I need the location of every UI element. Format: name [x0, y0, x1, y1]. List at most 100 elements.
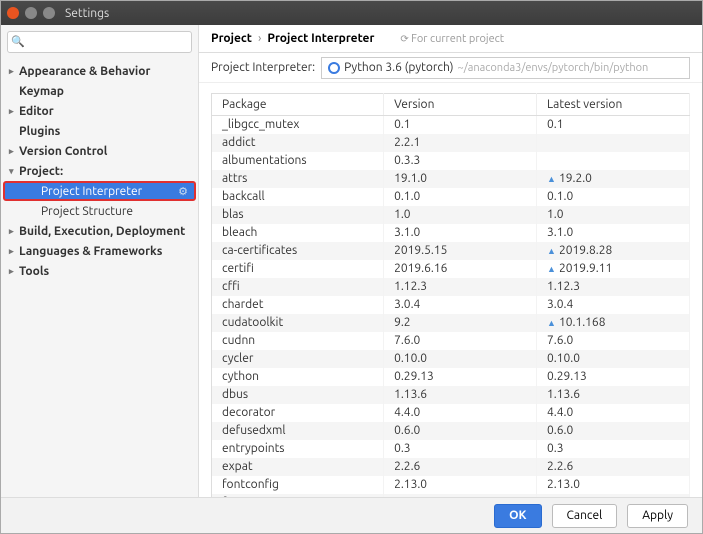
table-row[interactable]: expat2.2.62.2.6 [212, 458, 690, 476]
window-close-button[interactable] [7, 7, 19, 19]
latest-version-cell: 1.12.3 [537, 278, 690, 296]
sidebar-item-project[interactable]: ▾Project: [1, 161, 198, 181]
package-name-cell: certifi [212, 260, 384, 278]
interpreter-path: ~/anaconda3/envs/pytorch/bin/python [457, 62, 648, 74]
sidebar-item-label: Plugins [19, 125, 60, 138]
package-name-cell: ca-certificates [212, 242, 384, 260]
main-panel: Project › Project Interpreter For curren… [199, 25, 702, 497]
titlebar: Settings [1, 1, 702, 25]
table-row[interactable]: fontconfig2.13.02.13.0 [212, 476, 690, 494]
latest-version-cell [537, 152, 690, 170]
search-icon: 🔍 [11, 35, 25, 48]
sidebar-item-project-interpreter[interactable]: Project Interpreter [3, 181, 196, 201]
latest-version-cell: 4.4.0 [537, 404, 690, 422]
table-row[interactable]: dbus1.13.61.13.6 [212, 386, 690, 404]
latest-version-cell: 0.1.0 [537, 188, 690, 206]
cancel-button[interactable]: Cancel [552, 504, 618, 528]
sidebar-item-languages-frameworks[interactable]: ▸Languages & Frameworks [1, 241, 198, 261]
sidebar-item-tools[interactable]: ▸Tools [1, 261, 198, 281]
package-name-cell: albumentations [212, 152, 384, 170]
latest-version-cell: ▲2019.9.11 [537, 260, 690, 278]
version-cell: 0.6.0 [384, 422, 537, 440]
expand-arrow-icon: ▸ [9, 66, 19, 77]
table-row[interactable]: defusedxml0.6.00.6.0 [212, 422, 690, 440]
version-cell: 3.1.0 [384, 224, 537, 242]
table-row[interactable]: _libgcc_mutex0.10.1 [212, 116, 690, 134]
package-name-cell: entrypoints [212, 440, 384, 458]
package-name-cell: cycler [212, 350, 384, 368]
package-name-cell: cudnn [212, 332, 384, 350]
package-name-cell: cudatoolkit [212, 314, 384, 332]
table-row[interactable]: ca-certificates2019.5.15▲2019.8.28 [212, 242, 690, 260]
sidebar-item-label: Version Control [19, 145, 107, 158]
table-row[interactable]: certifi2019.6.16▲2019.9.11 [212, 260, 690, 278]
package-name-cell: blas [212, 206, 384, 224]
latest-version-cell: 1.0 [537, 206, 690, 224]
version-cell: 2.2.1 [384, 134, 537, 152]
sidebar-item-plugins[interactable]: Plugins [1, 121, 198, 141]
interpreter-dropdown[interactable]: Python 3.6 (pytorch) ~/anaconda3/envs/py… [321, 57, 690, 79]
package-table-wrap[interactable]: PackageVersionLatest version _libgcc_mut… [199, 83, 702, 497]
window-title: Settings [65, 7, 109, 20]
window-maximize-button[interactable] [43, 7, 55, 19]
latest-version-cell: 7.6.0 [537, 332, 690, 350]
search-input[interactable] [7, 31, 192, 53]
column-header[interactable]: Package [212, 94, 384, 116]
table-row[interactable]: cudatoolkit9.2▲10.1.168 [212, 314, 690, 332]
sidebar-item-label: Tools [19, 265, 49, 278]
version-cell: 2019.5.15 [384, 242, 537, 260]
table-row[interactable]: blas1.01.0 [212, 206, 690, 224]
latest-version-cell: ▲19.2.0 [537, 170, 690, 188]
sidebar-item-label: Project Structure [41, 205, 133, 218]
latest-version-cell: 0.1 [537, 116, 690, 134]
package-name-cell: addict [212, 134, 384, 152]
version-cell: 0.1.0 [384, 188, 537, 206]
window-minimize-button[interactable] [25, 7, 37, 19]
package-name-cell: defusedxml [212, 422, 384, 440]
ok-button[interactable]: OK [494, 504, 541, 528]
version-cell: 7.6.0 [384, 332, 537, 350]
version-cell: 9.2 [384, 314, 537, 332]
expand-arrow-icon: ▾ [9, 166, 19, 177]
package-name-cell: attrs [212, 170, 384, 188]
version-cell: 1.13.6 [384, 386, 537, 404]
version-cell: 3.0.4 [384, 296, 537, 314]
interpreter-row: Project Interpreter: Python 3.6 (pytorch… [199, 53, 702, 83]
version-cell: 0.10.0 [384, 350, 537, 368]
table-row[interactable]: chardet3.0.43.0.4 [212, 296, 690, 314]
latest-version-cell: 2.13.0 [537, 476, 690, 494]
table-row[interactable]: bleach3.1.03.1.0 [212, 224, 690, 242]
apply-button[interactable]: Apply [627, 504, 688, 528]
package-name-cell: cffi [212, 278, 384, 296]
sidebar-item-keymap[interactable]: Keymap [1, 81, 198, 101]
version-cell: 0.29.13 [384, 368, 537, 386]
column-header[interactable]: Latest version [537, 94, 690, 116]
sidebar-item-project-structure[interactable]: Project Structure [1, 201, 198, 221]
table-row[interactable]: decorator4.4.04.4.0 [212, 404, 690, 422]
table-row[interactable]: albumentations0.3.3 [212, 152, 690, 170]
sidebar-item-appearance-behavior[interactable]: ▸Appearance & Behavior [1, 61, 198, 81]
latest-version-cell: 0.29.13 [537, 368, 690, 386]
package-name-cell: decorator [212, 404, 384, 422]
table-row[interactable]: cython0.29.130.29.13 [212, 368, 690, 386]
table-row[interactable]: cffi1.12.31.12.3 [212, 278, 690, 296]
table-row[interactable]: cycler0.10.00.10.0 [212, 350, 690, 368]
table-row[interactable]: entrypoints0.30.3 [212, 440, 690, 458]
table-row[interactable]: backcall0.1.00.1.0 [212, 188, 690, 206]
sidebar: 🔍 ▸Appearance & BehaviorKeymap▸Editor Plu… [1, 25, 199, 497]
sidebar-item-label: Languages & Frameworks [19, 245, 162, 258]
sidebar-item-build-execution-deployment[interactable]: ▸Build, Execution, Deployment [1, 221, 198, 241]
latest-version-cell: 0.3 [537, 440, 690, 458]
column-header[interactable]: Version [384, 94, 537, 116]
table-row[interactable]: cudnn7.6.07.6.0 [212, 332, 690, 350]
package-name-cell: cython [212, 368, 384, 386]
table-row[interactable]: attrs19.1.0▲19.2.0 [212, 170, 690, 188]
sidebar-item-version-control[interactable]: ▸Version Control [1, 141, 198, 161]
breadcrumb: Project › Project Interpreter For curren… [199, 25, 702, 53]
upgrade-available-icon: ▲ [547, 174, 556, 184]
expand-arrow-icon: ▸ [9, 226, 19, 237]
table-row[interactable]: addict2.2.1 [212, 134, 690, 152]
expand-arrow-icon: ▸ [9, 266, 19, 277]
sidebar-item-editor[interactable]: ▸Editor [1, 101, 198, 121]
sidebar-nav: ▸Appearance & BehaviorKeymap▸Editor Plugi… [1, 59, 198, 497]
